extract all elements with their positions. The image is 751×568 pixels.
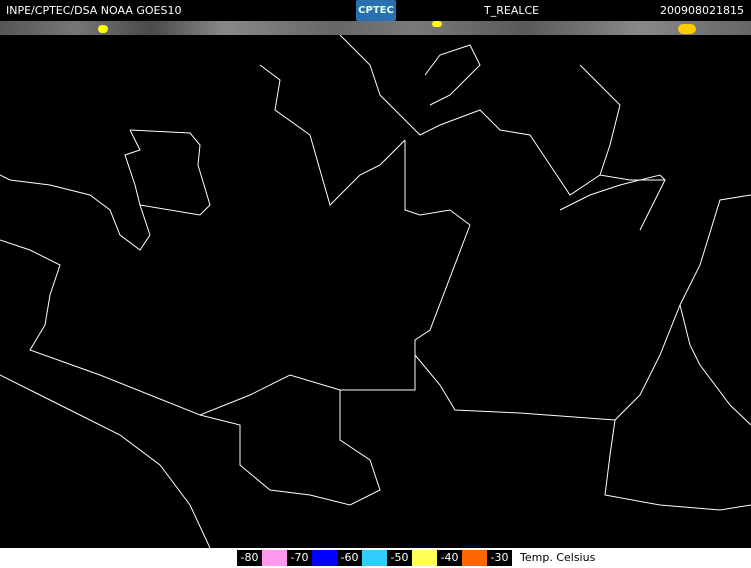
source-label: INPE/CPTEC/DSA NOAA GOES10 [6, 4, 182, 17]
legend-swatch-blue [312, 550, 337, 566]
legend-swatch-yellow [412, 550, 437, 566]
map-borders [0, 35, 751, 548]
legend-label: -80 [237, 550, 262, 566]
border-line [199, 390, 381, 506]
legend-unit: Temp. Celsius [520, 551, 596, 564]
cloud-imagery-strip [0, 21, 751, 35]
legend-label: -40 [437, 550, 462, 566]
border-line [0, 224, 471, 416]
border-line [424, 44, 481, 106]
border-line [679, 304, 751, 426]
border-line [404, 140, 471, 226]
timestamp-label: 200908021815 [660, 4, 744, 17]
border-line [0, 374, 211, 548]
border-line [0, 129, 211, 251]
border-line [259, 64, 406, 206]
border-line [339, 35, 666, 231]
legend-swatch-orange [462, 550, 487, 566]
cptec-logo: CPTEC [356, 0, 396, 21]
legend-label: -60 [337, 550, 362, 566]
product-label: T_REALCE [484, 4, 540, 17]
border-line [614, 194, 751, 421]
border-line [124, 129, 141, 206]
legend-swatch-cyan [362, 550, 387, 566]
legend-label: -30 [487, 550, 512, 566]
border-line [579, 64, 621, 176]
border-line [414, 354, 616, 421]
border-line [604, 419, 751, 511]
temperature-legend: -80 -70 -60 -50 -40 -30 Temp. Celsius [0, 548, 751, 568]
image-header: INPE/CPTEC/DSA NOAA GOES10 CPTEC T_REALC… [0, 0, 751, 21]
legend-swatch-pink [262, 550, 287, 566]
legend-label: -50 [387, 550, 412, 566]
legend-label: -70 [287, 550, 312, 566]
